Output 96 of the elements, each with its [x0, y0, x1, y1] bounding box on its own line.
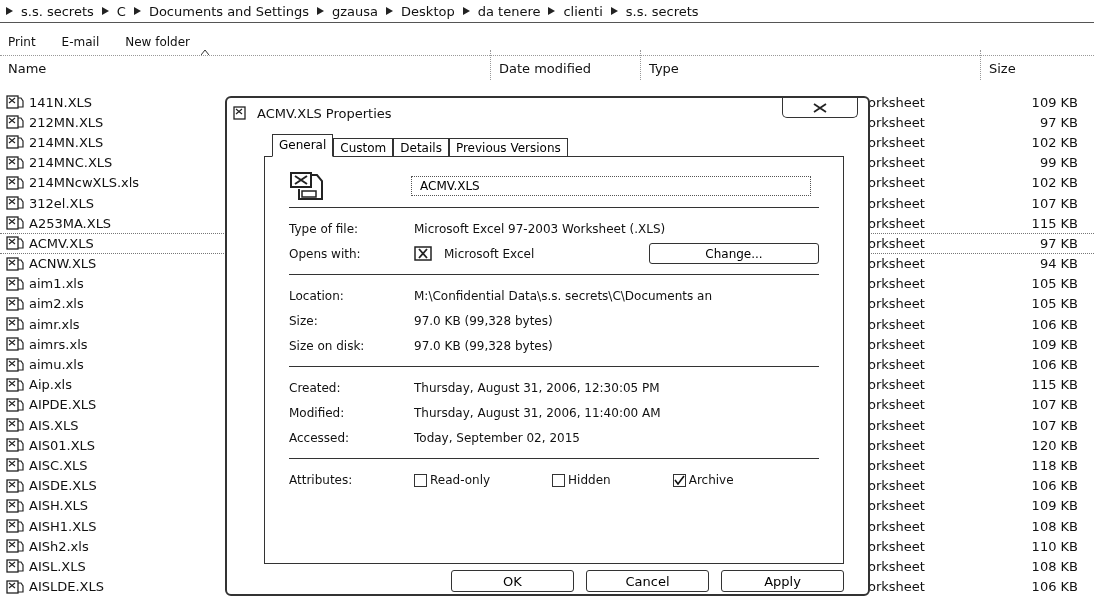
file-name: AISDE.XLS [29, 478, 97, 494]
file-type: orksheet [868, 336, 926, 352]
file-type: orksheet [868, 397, 926, 413]
file-size: 120 KB [1030, 437, 1078, 453]
file-size: 109 KB [1030, 94, 1078, 110]
file-name: 141N.XLS [29, 94, 93, 110]
file-name: A253MA.XLS [29, 215, 112, 231]
file-size: 118 KB [1030, 457, 1078, 473]
file-size: 97 KB [1038, 235, 1078, 251]
file-size: 107 KB [1030, 417, 1078, 433]
file-name: 214MN.XLS [29, 134, 104, 150]
property-value: M:\Confidential Data\s.s. secrets\C\Documents an [414, 288, 713, 303]
file-name: AIS.XLS [29, 417, 79, 433]
file-size: 109 KB [1030, 336, 1078, 352]
file-name: Aip.xls [29, 377, 72, 393]
file-type: orksheet [868, 195, 926, 211]
file-type: orksheet [868, 498, 926, 514]
checkbox-label: Hidden [568, 473, 611, 487]
checkbox-label: Read-only [430, 473, 491, 487]
file-name: aimr.xls [29, 316, 80, 332]
file-type: orksheet [868, 94, 926, 110]
file-size: 107 KB [1030, 195, 1078, 211]
file-type: orksheet [868, 175, 926, 191]
file-type: orksheet [868, 558, 926, 574]
file-name: AIPDE.XLS [29, 397, 97, 413]
file-size: 109 KB [1030, 498, 1078, 514]
file-size: 97 KB [1038, 114, 1078, 130]
property-label: Size: [289, 313, 319, 328]
file-type: orksheet [868, 437, 926, 453]
file-size: 106 KB [1030, 316, 1078, 332]
property-value: Today, September 02, 2015 [414, 430, 581, 445]
file-name: aimu.xls [29, 357, 84, 373]
property-label: Location: [289, 288, 345, 303]
file-name: ACMV.XLS [29, 235, 94, 251]
file-name: aimrs.xls [29, 336, 88, 352]
property-value: 97.0 KB (99,328 bytes) [414, 313, 554, 328]
file-type: orksheet [868, 457, 926, 473]
file-size: 106 KB [1030, 579, 1078, 595]
file-name: aim1.xls [29, 276, 84, 292]
file-name: 214MNcwXLS.xls [29, 175, 140, 191]
file-type: orksheet [868, 215, 926, 231]
file-name: AISLDE.XLS [29, 579, 104, 595]
file-type: orksheet [868, 538, 926, 554]
file-type: orksheet [868, 417, 926, 433]
file-name: AISh2.xls [29, 538, 89, 554]
file-name: aim2.xls [29, 296, 84, 312]
file-type: orksheet [868, 235, 926, 251]
file-size: 106 KB [1030, 478, 1078, 494]
file-size: 106 KB [1030, 357, 1078, 373]
property-label: Created: [289, 380, 342, 395]
file-type: orksheet [868, 579, 926, 595]
file-size: 105 KB [1030, 296, 1078, 312]
file-name: 212MN.XLS [29, 114, 104, 130]
file-name: AISL.XLS [29, 558, 86, 574]
file-size: 115 KB [1030, 215, 1078, 231]
property-label: Modified: [289, 405, 346, 420]
property-label: Type of file: [289, 221, 360, 236]
file-type: orksheet [868, 134, 926, 150]
file-size: 107 KB [1030, 397, 1078, 413]
checkbox-label: Archive [688, 473, 734, 487]
file-size: 105 KB [1030, 276, 1078, 292]
file-type: orksheet [868, 296, 926, 312]
file-type: orksheet [868, 377, 926, 393]
property-value: 97.0 KB (99,328 bytes) [414, 338, 554, 353]
file-type: orksheet [868, 256, 926, 272]
file-type: orksheet [868, 478, 926, 494]
file-size: 102 KB [1030, 134, 1078, 150]
property-label: Opens with: [289, 246, 362, 261]
file-name: 312el.XLS [29, 195, 94, 211]
file-type: orksheet [868, 316, 926, 332]
file-size: 110 KB [1030, 538, 1078, 554]
property-value: Thursday, August 31, 2006, 11:40:00 AM [414, 405, 662, 420]
file-size: 108 KB [1030, 518, 1078, 534]
property-value: Microsoft Excel [444, 246, 535, 261]
file-size: 99 KB [1038, 155, 1078, 171]
file-name: AISH.XLS [29, 498, 89, 514]
property-label: Accessed: [289, 430, 351, 445]
file-name: 214MNC.XLS [29, 155, 113, 171]
file-type: orksheet [868, 155, 926, 171]
file-name: AISH1.XLS [29, 518, 97, 534]
property-value: Thursday, August 31, 2006, 12:30:05 PM [414, 380, 661, 395]
property-label: Attributes: [289, 473, 354, 487]
file-type: orksheet [868, 357, 926, 373]
property-label: Size on disk: [289, 338, 366, 353]
dialog-title: ACMV.XLS Properties [257, 105, 393, 121]
file-type: orksheet [868, 518, 926, 534]
file-type: orksheet [868, 114, 926, 130]
file-size: 108 KB [1030, 558, 1078, 574]
file-name: ACNW.XLS [29, 256, 97, 272]
file-size: 94 KB [1038, 256, 1078, 272]
file-name: AIS01.XLS [29, 437, 96, 453]
file-type: orksheet [868, 276, 926, 292]
file-size: 115 KB [1030, 377, 1078, 393]
file-size: 102 KB [1030, 175, 1078, 191]
file-name: AISC.XLS [29, 457, 88, 473]
property-value: Microsoft Excel 97-2003 Worksheet (.XLS) [414, 221, 667, 236]
